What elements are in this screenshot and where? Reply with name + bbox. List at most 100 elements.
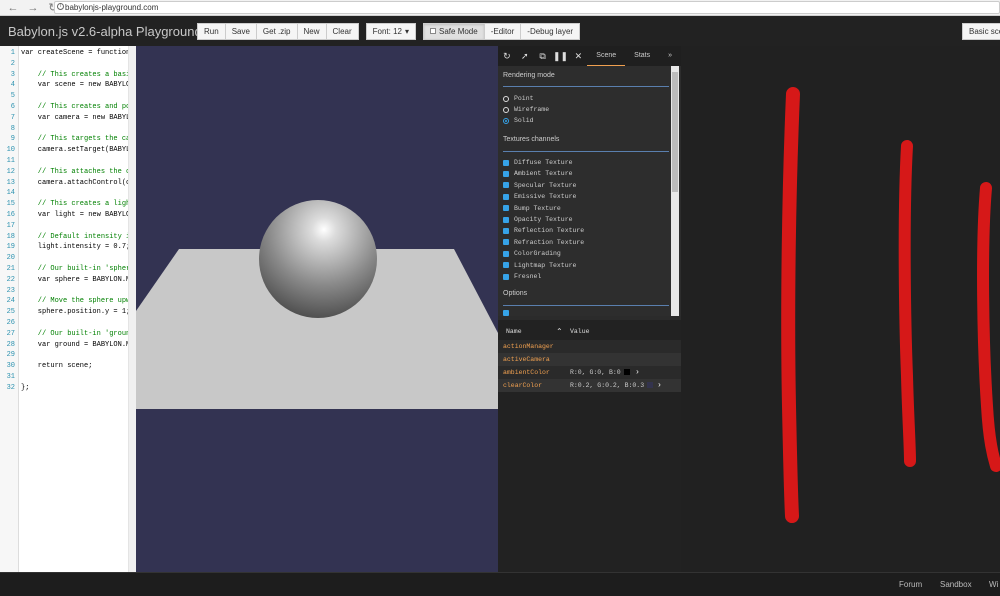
checkbox-checked-icon[interactable] [503, 310, 509, 316]
checkbox-checked-icon[interactable] [503, 250, 509, 257]
radio-icon[interactable] [503, 95, 509, 102]
code-line[interactable]: 14 [0, 188, 136, 199]
checkbox-checked-icon[interactable] [503, 262, 509, 269]
table-row[interactable]: actionManager [498, 340, 681, 353]
checkbox-checked-icon[interactable] [503, 227, 509, 234]
code-line[interactable]: 21 // Our built-in 'spher [0, 264, 136, 275]
radio-icon[interactable] [503, 106, 509, 113]
chevron-right-icon[interactable]: › [657, 379, 662, 392]
texture-channel-item[interactable]: Ambient Texture [503, 170, 573, 177]
code-line[interactable]: 24 // Move the sphere upw [0, 296, 136, 307]
code-line[interactable]: 30 return scene; [0, 361, 136, 372]
col-name-header[interactable]: Name [506, 328, 522, 335]
sort-caret-up-icon[interactable]: ⌃ [556, 327, 563, 337]
checkbox-icon[interactable] [430, 28, 437, 34]
new-button[interactable]: New [296, 22, 326, 40]
code-line[interactable]: 13 camera.attachControl(c [0, 178, 136, 189]
scrollbar-thumb[interactable] [672, 72, 678, 192]
code-line[interactable]: 19 light.intensity = 0.7; [0, 242, 136, 253]
code-line[interactable]: 28 var ground = BABYLON.M [0, 340, 136, 351]
run-button[interactable]: Run [197, 22, 225, 40]
code-line[interactable]: 26 [0, 318, 136, 329]
code-line[interactable]: 18 // Default intensity i [0, 232, 136, 243]
code-editor[interactable]: 1 var createScene = function 2 3 // This cr… [0, 46, 136, 572]
texture-channel-item[interactable]: Lightmap Texture [503, 262, 576, 269]
code-line[interactable]: 15 // This creates a light [0, 199, 136, 210]
get-zip-button[interactable]: Get .zip [255, 22, 297, 40]
checkbox-checked-icon[interactable] [503, 205, 509, 212]
code-line[interactable]: 12 // This attaches the c [0, 167, 136, 178]
checkbox-checked-icon[interactable] [503, 216, 509, 223]
info-icon[interactable]: i [57, 3, 64, 10]
tab-scene[interactable]: Scene [587, 46, 626, 66]
options-checkbox-partial[interactable] [503, 310, 509, 316]
checkbox-checked-icon[interactable] [503, 182, 509, 189]
code-line[interactable]: 5 [0, 91, 136, 102]
code-line[interactable]: 31 [0, 372, 136, 383]
code-line[interactable]: 1 var createScene = function [0, 48, 136, 59]
font-dropdown[interactable]: Font: 12 ▾ [365, 22, 417, 40]
debug-layer-toggle-button[interactable]: -Debug layer [520, 22, 581, 40]
footer-link-forum[interactable]: Forum [899, 580, 922, 589]
code-line[interactable]: 9 // This targets the ca [0, 134, 136, 145]
texture-channel-item[interactable]: Emissive Texture [503, 193, 576, 200]
code-line[interactable]: 25 sphere.position.y = 1; [0, 307, 136, 318]
code-line[interactable]: 23 [0, 286, 136, 297]
code-line[interactable]: 10 camera.setTarget(BABYL [0, 145, 136, 156]
code-line[interactable]: 20 [0, 253, 136, 264]
texture-channel-item[interactable]: Specular Texture [503, 182, 576, 189]
code-line[interactable]: 8 [0, 124, 136, 135]
code-line[interactable]: 2 [0, 59, 136, 70]
checkbox-checked-icon[interactable] [503, 193, 509, 200]
safe-mode-toggle[interactable]: Safe Mode [423, 22, 484, 40]
table-row[interactable]: activeCamera [498, 353, 681, 366]
close-icon[interactable]: ✕ [569, 51, 587, 62]
checkbox-checked-icon[interactable] [503, 170, 509, 177]
texture-channel-item[interactable]: Diffuse Texture [503, 159, 573, 166]
clear-button[interactable]: Clear [325, 22, 359, 40]
tab-stats[interactable]: Stats [625, 46, 659, 66]
footer-link-wiki[interactable]: Wi [989, 580, 998, 589]
arrow-left-icon[interactable]: ← [6, 2, 20, 14]
tab-more[interactable]: » [659, 46, 681, 66]
code-line[interactable]: 27 // Our built-in 'groun [0, 329, 136, 340]
checkbox-checked-icon[interactable] [503, 273, 509, 280]
code-line[interactable]: 17 [0, 221, 136, 232]
texture-channel-item[interactable]: Reflection Texture [503, 227, 584, 234]
code-line[interactable]: 22 var sphere = BABYLON.M [0, 275, 136, 286]
texture-channel-item[interactable]: Opacity Texture [503, 216, 573, 223]
render-canvas[interactable] [136, 46, 498, 572]
refresh-icon[interactable]: ↻ [498, 51, 516, 62]
address-bar[interactable]: i babylonjs-playground.com [54, 1, 1000, 14]
radio-point[interactable]: Point [503, 95, 534, 102]
editor-scrollbar[interactable] [128, 46, 136, 572]
texture-channel-item[interactable]: ColorGrading [503, 250, 561, 257]
code-line[interactable]: 11 [0, 156, 136, 167]
table-row[interactable]: ambientColor R:0, G:0, B:0 › [498, 366, 681, 379]
texture-channel-item[interactable]: Bump Texture [503, 205, 561, 212]
radio-solid[interactable]: Solid [503, 117, 534, 124]
code-line[interactable]: 7 var camera = new BABYL [0, 113, 136, 124]
radio-wireframe[interactable]: Wireframe [503, 106, 549, 113]
code-line[interactable]: 16 var light = new BABYLO [0, 210, 136, 221]
footer-link-sandbox[interactable]: Sandbox [940, 580, 972, 589]
radio-selected-icon[interactable] [503, 117, 509, 124]
code-line[interactable]: 32}; [0, 383, 136, 394]
texture-channel-item[interactable]: Refraction Texture [503, 239, 584, 246]
code-line[interactable]: 4 var scene = new BABYLON [0, 80, 136, 91]
texture-channel-item[interactable]: Fresnel [503, 273, 541, 280]
table-row[interactable]: clearColor R:0.2, G:0.2, B:0.3 › [498, 379, 681, 392]
code-line[interactable]: 6 // This creates and po [0, 102, 136, 113]
popout-icon[interactable]: ⧉ [534, 51, 552, 62]
col-value-header[interactable]: Value [570, 328, 590, 335]
code-line[interactable]: 29 [0, 350, 136, 361]
pause-icon[interactable]: ❚❚ [552, 51, 570, 62]
cursor-icon[interactable]: ➚ [516, 51, 534, 62]
checkbox-checked-icon[interactable] [503, 239, 509, 246]
code-line[interactable]: 3 // This creates a basic [0, 70, 136, 81]
chevron-right-icon[interactable]: › [635, 366, 640, 379]
editor-toggle-button[interactable]: -Editor [483, 22, 521, 40]
basic-scene-dropdown[interactable]: Basic sce [962, 23, 1000, 40]
arrow-right-icon[interactable]: → [26, 2, 40, 14]
save-button[interactable]: Save [224, 22, 256, 40]
